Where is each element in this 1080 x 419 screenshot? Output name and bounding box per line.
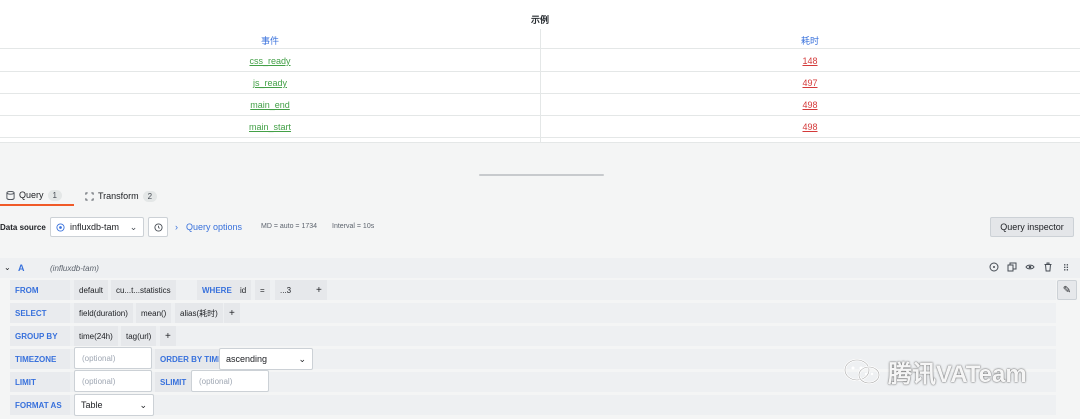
where-tag-value[interactable]: ...3 — [275, 280, 313, 300]
query-ref-id[interactable]: A — [18, 263, 25, 273]
limit-input[interactable]: (optional) — [74, 370, 152, 392]
query-format-row: FORMAT AS Table ⌄ — [10, 394, 1056, 416]
datasource-bar: Data source influxdb-tam ⌄ › Query optio… — [0, 216, 1080, 238]
table-row: main_start 498 — [0, 116, 1080, 138]
timezone-keyword: TIMEZONE — [10, 349, 70, 369]
groupby-time[interactable]: time(24h) — [74, 326, 118, 346]
watermark-text: 腾讯VATeam — [888, 361, 1027, 388]
query-datasource-name: (influxdb-tam) — [50, 264, 99, 273]
influxdb-icon — [56, 222, 65, 232]
add-select-button[interactable]: + — [224, 303, 240, 323]
table-row: js_ready 497 — [0, 72, 1080, 94]
duration-link[interactable]: 498 — [540, 100, 1080, 110]
format-select[interactable]: Table ⌄ — [74, 394, 154, 416]
orderby-keyword: ORDER BY TIME — [155, 349, 229, 369]
duplicate-query-icon[interactable] — [1006, 262, 1018, 274]
question-circle-icon — [153, 222, 163, 232]
event-link[interactable]: css_ready — [0, 56, 540, 66]
event-link[interactable]: js_ready — [0, 78, 540, 88]
pane-resize-handle[interactable] — [479, 174, 604, 176]
toggle-visibility-eye-icon[interactable] — [1024, 262, 1036, 274]
collapse-chevron-icon[interactable]: ⌄ — [4, 263, 11, 272]
chevron-down-icon: ⌄ — [139, 399, 147, 410]
interval-info: Interval = 10s — [332, 223, 375, 230]
groupby-tag[interactable]: tag(url) — [121, 326, 157, 346]
watermark: 腾讯VATeam — [842, 354, 1027, 389]
drag-handle-icon[interactable]: ⠿ — [1060, 262, 1072, 274]
order-direction-select[interactable]: ascending ⌄ — [219, 348, 313, 370]
datasource-picker[interactable]: influxdb-tam ⌄ — [50, 217, 144, 237]
table-panel: 示例 事件 耗时 css_ready 148 js_ready 497 main… — [0, 0, 1080, 143]
duration-link[interactable]: 498 — [540, 122, 1080, 132]
retention-policy-segment[interactable]: default — [74, 280, 109, 300]
edit-raw-query-pencil-icon[interactable]: ✎ — [1057, 280, 1077, 300]
slimit-keyword: SLIMIT — [155, 372, 192, 392]
where-operator[interactable]: = — [255, 280, 270, 300]
select-keyword: SELECT — [10, 303, 70, 323]
duration-link[interactable]: 148 — [540, 56, 1080, 66]
query-inspector-button[interactable]: Query inspector — [990, 217, 1074, 237]
where-keyword: WHERE — [197, 280, 237, 300]
where-tag-key[interactable]: id — [235, 280, 252, 300]
query-options-label: Query options — [186, 222, 243, 232]
add-where-button[interactable]: + — [311, 280, 327, 300]
timezone-input[interactable]: (optional) — [74, 347, 152, 369]
database-icon — [6, 190, 15, 200]
duration-link[interactable]: 497 — [540, 78, 1080, 88]
query-groupby-row: GROUP BY time(24h) tag(url) + — [10, 326, 1056, 346]
limit-keyword: LIMIT — [10, 372, 70, 392]
datasource-label: Data source — [0, 223, 46, 232]
tab-label: Transform — [98, 191, 139, 201]
add-groupby-button[interactable]: + — [160, 326, 176, 346]
column-header-duration[interactable]: 耗时 — [540, 34, 1080, 47]
measurement-segment[interactable]: cu...t...statistics — [111, 280, 176, 300]
datasource-help-button[interactable] — [148, 217, 168, 237]
query-row-header: ⌄ A (influxdb-tam) ⠿ — [0, 258, 1080, 278]
format-keyword: FORMAT AS — [10, 395, 70, 415]
query-from-row: FROM default cu...t...statistics WHERE i… — [10, 280, 1056, 300]
chevron-down-icon: ⌄ — [129, 221, 138, 232]
select-alias[interactable]: alias(耗时) — [175, 303, 223, 323]
query-options-toggle[interactable]: › Query options — [172, 217, 242, 237]
tab-label: Query — [19, 190, 44, 200]
max-data-points-info: MD = auto = 1734 — [261, 223, 318, 230]
datasource-name: influxdb-tam — [70, 222, 120, 232]
chevron-down-icon: ⌄ — [298, 353, 306, 364]
chevron-right-icon: › — [175, 221, 178, 232]
tab-query[interactable]: Query 1 — [0, 186, 74, 206]
from-keyword: FROM — [10, 280, 70, 300]
tab-count-badge: 1 — [47, 189, 62, 201]
select-field[interactable]: field(duration) — [74, 303, 133, 323]
select-aggregation[interactable]: mean() — [136, 303, 172, 323]
query-help-icon[interactable] — [988, 262, 1000, 274]
groupby-keyword: GROUP BY — [10, 326, 70, 346]
delete-trash-icon[interactable] — [1042, 262, 1054, 274]
order-direction-value: ascending — [226, 354, 268, 364]
column-header-event[interactable]: 事件 — [0, 34, 540, 47]
wechat-logo-icon — [843, 358, 881, 384]
tab-count-badge: 2 — [142, 190, 158, 202]
query-row-actions: ⠿ — [988, 262, 1072, 274]
tab-transform[interactable]: Transform 2 — [85, 186, 158, 206]
event-link[interactable]: main_start — [0, 122, 540, 132]
slimit-input[interactable]: (optional) — [191, 370, 269, 392]
event-link[interactable]: main_end — [0, 100, 540, 110]
table-row: main_end 498 — [0, 94, 1080, 116]
panel-title: 示例 — [530, 15, 549, 25]
format-value: Table — [81, 400, 103, 410]
query-select-row: SELECT field(duration) mean() alias(耗时) … — [10, 303, 1056, 323]
transform-icon — [85, 191, 94, 201]
table-row: css_ready 148 — [0, 50, 1080, 72]
